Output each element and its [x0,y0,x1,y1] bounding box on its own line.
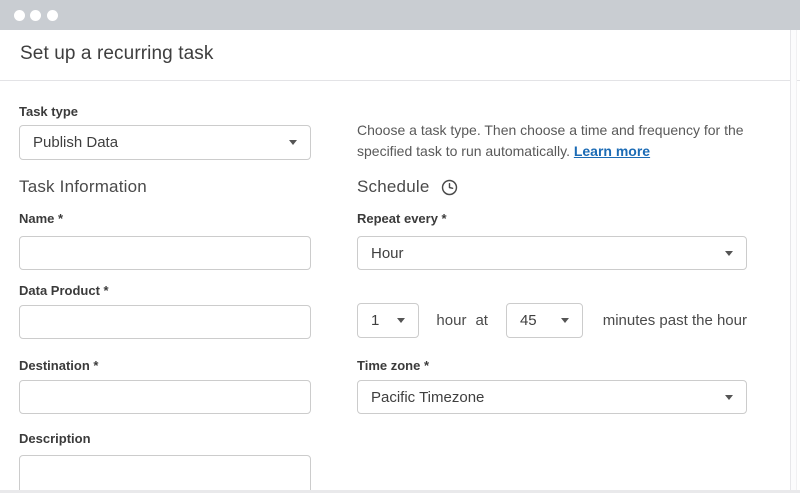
helper-text-body: Choose a task type. Then choose a time a… [357,122,744,159]
repeat-every-selected-value: Hour [371,244,404,262]
data-product-field[interactable] [19,305,311,339]
task-type-select[interactable]: Publish Data [19,125,311,160]
hour-select[interactable]: 1 [357,303,420,338]
description-field[interactable] [19,455,311,493]
schedule-heading: Schedule [357,177,430,196]
window-dot-icon [47,10,58,21]
destination-label: Destination * [19,358,99,373]
chevron-down-icon [725,394,733,400]
time-zone-selected-value: Pacific Timezone [371,388,485,406]
time-zone-label: Time zone * [357,358,430,373]
data-product-label: Data Product * [19,283,109,298]
schedule-column: Choose a task type. Then choose a time a… [357,81,747,493]
hour-unit-label: hour [436,312,467,329]
window-dot-icon [14,10,25,21]
window-titlebar [0,0,800,30]
helper-text: Choose a task type. Then choose a time a… [357,120,747,162]
hour-selected-value: 1 [371,312,380,329]
repeat-every-select[interactable]: Hour [357,236,747,270]
time-zone-select[interactable]: Pacific Timezone [357,380,747,414]
minute-selected-value: 45 [519,312,537,329]
chevron-down-icon [397,318,406,323]
app-window: Set up a recurring task Task type Publis… [0,0,800,493]
task-information-heading: Task Information [19,177,147,196]
chevron-down-icon [560,318,569,323]
name-label: Name * [19,211,64,226]
minutes-suffix-label: minutes past the hour [602,312,747,329]
page-header: Set up a recurring task [0,30,800,81]
chevron-down-icon [289,140,297,145]
minute-select[interactable]: 45 [505,303,583,338]
repeat-every-label: Repeat every * [357,211,447,226]
task-type-label: Task type [19,104,79,119]
destination-field[interactable] [19,380,311,414]
task-type-selected-value: Publish Data [33,134,119,151]
learn-more-link[interactable]: Learn more [574,143,650,159]
chevron-down-icon [725,250,733,256]
page-title: Set up a recurring task [20,43,214,64]
clock-icon [441,179,457,195]
task-form-column: Task type Publish Data Task Information … [19,81,311,493]
name-field[interactable] [19,236,311,270]
schedule-heading-row: Schedule [357,177,458,197]
window-dot-icon [30,10,41,21]
description-label: Description [19,431,91,446]
time-of-day-row: 1 hour at 45 minutes past the hour [357,303,747,338]
scrollbar[interactable] [790,30,797,493]
at-label: at [475,312,488,329]
